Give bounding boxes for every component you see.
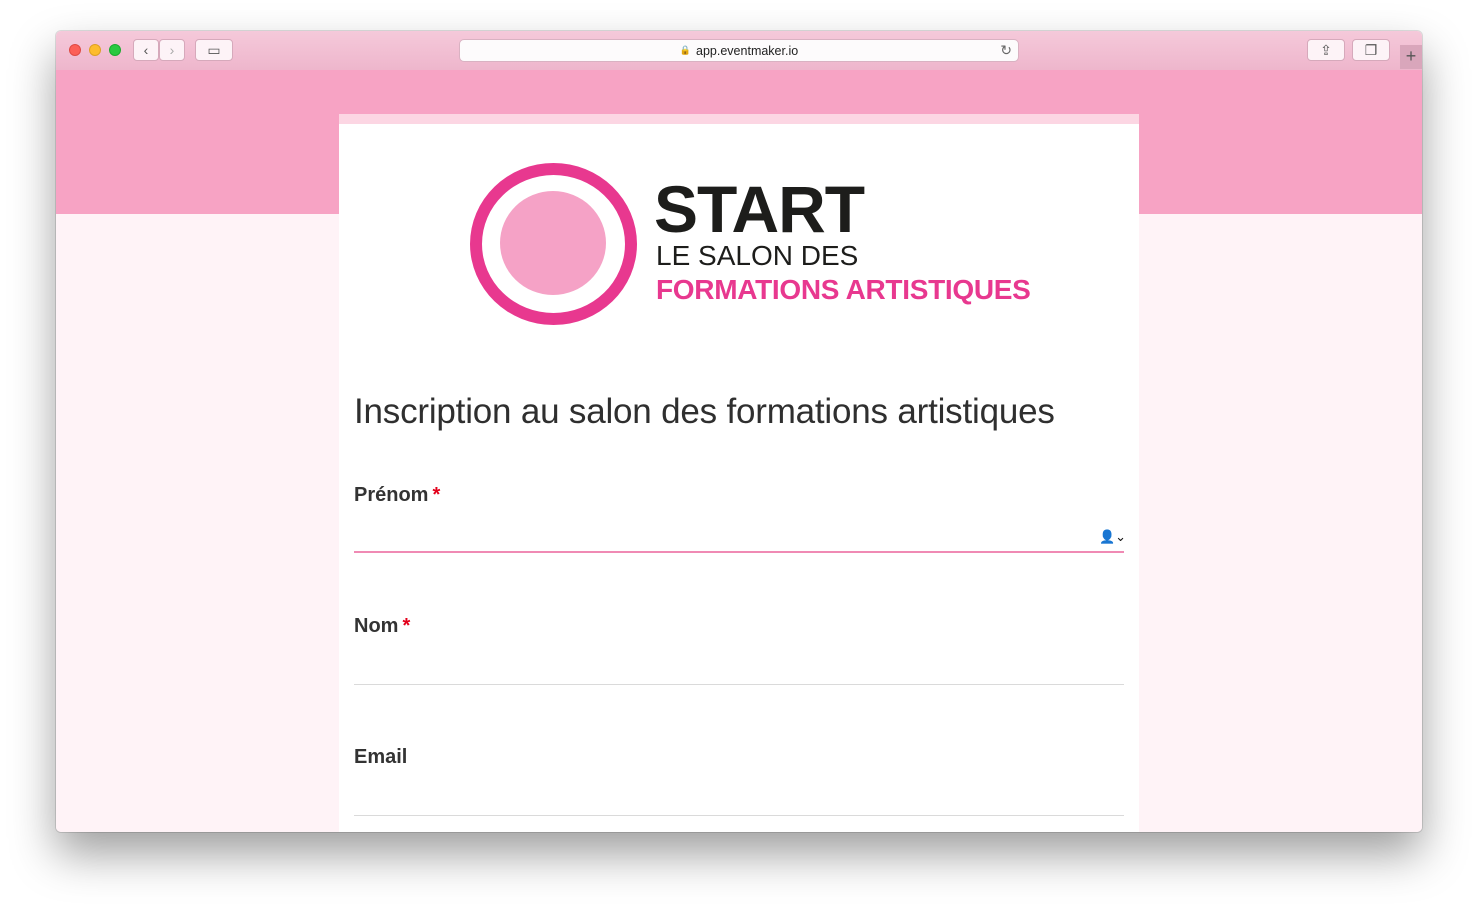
prenom-underline: [354, 551, 1124, 553]
chevron-right-icon: ›: [169, 42, 175, 58]
browser-window: ‹ › ▭ 🔒 app.eventmaker.io ↻ ⇪ ❐ + START …: [56, 31, 1422, 832]
logo-tagline: FORMATIONS ARTISTIQUES: [656, 274, 1031, 305]
prenom-input[interactable]: [354, 516, 1124, 550]
show-tabs-button[interactable]: ❐: [1352, 39, 1390, 61]
browser-toolbar: ‹ › ▭ 🔒 app.eventmaker.io ↻ ⇪ ❐ +: [56, 31, 1422, 71]
url-text: app.eventmaker.io: [696, 43, 799, 58]
forward-button[interactable]: ›: [159, 39, 185, 61]
field-label-prenom: Prénom *: [354, 484, 440, 507]
new-tab-button[interactable]: +: [1400, 45, 1422, 69]
field-label-text: Email: [354, 746, 408, 768]
nom-underline: [354, 684, 1124, 685]
logo-subtitle: LE SALON DES: [656, 240, 859, 271]
plus-icon: +: [1405, 46, 1417, 66]
reload-icon[interactable]: ↻: [1000, 42, 1012, 59]
share-button[interactable]: ⇪: [1307, 39, 1345, 61]
page-content: START LE SALON DES FORMATIONS ARTISTIQUE…: [56, 70, 1422, 832]
address-bar[interactable]: 🔒 app.eventmaker.io ↻: [459, 39, 1019, 62]
back-button[interactable]: ‹: [133, 39, 159, 61]
form-title: Inscription au salon des formations arti…: [354, 392, 1055, 431]
sidebar-toggle-button[interactable]: ▭: [195, 39, 233, 61]
nom-input[interactable]: [354, 648, 1124, 682]
email-underline: [354, 815, 1124, 816]
sidebar-icon: ▭: [207, 41, 221, 58]
required-marker: *: [432, 484, 441, 506]
lock-icon: 🔒: [679, 45, 692, 55]
close-window-button[interactable]: [69, 44, 81, 56]
field-label-text: Prénom: [354, 484, 429, 506]
logo-disc-icon: [500, 191, 606, 295]
registration-card: START LE SALON DES FORMATIONS ARTISTIQUE…: [339, 114, 1139, 832]
chevron-left-icon: ‹: [143, 42, 149, 58]
share-icon: ⇪: [1320, 41, 1332, 58]
zoom-window-button[interactable]: [109, 44, 121, 56]
logo-title: START: [654, 172, 865, 246]
tabs-icon: ❐: [1364, 41, 1378, 58]
email-input[interactable]: [354, 779, 1124, 813]
contact-autofill-icon[interactable]: 👤⌄: [1099, 529, 1126, 545]
field-label-text: Nom: [354, 615, 399, 637]
required-marker: *: [402, 615, 411, 637]
field-label-email: Email: [354, 746, 407, 769]
minimize-window-button[interactable]: [89, 44, 101, 56]
field-label-nom: Nom *: [354, 615, 410, 638]
